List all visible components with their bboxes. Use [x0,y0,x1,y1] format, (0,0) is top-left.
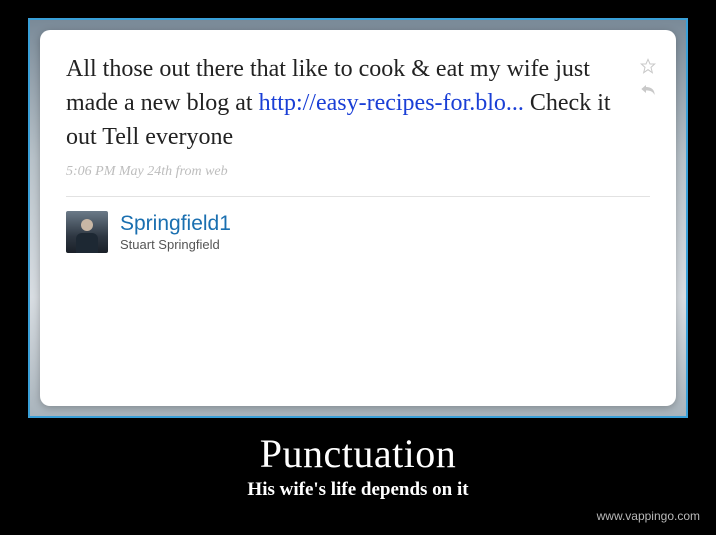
author-names: Springfield1 Stuart Springfield [120,211,231,254]
tweet-card: All those out there that like to cook & … [40,30,676,406]
reply-icon[interactable] [640,82,656,101]
tweet-link[interactable]: http://easy-recipes-for.blo... [259,90,524,116]
tweet-text: All those out there that like to cook & … [66,52,650,154]
tweet-timestamp: 5:06 PM May 24th from web [66,164,650,180]
author-realname: Stuart Springfield [120,237,231,253]
caption: Punctuation His wife's life depends on i… [0,430,716,501]
favorite-icon[interactable] [640,58,656,79]
caption-subtitle: His wife's life depends on it [0,479,716,501]
author-block: Springfield1 Stuart Springfield [66,211,650,254]
watermark: www.vappingo.com [597,509,700,523]
author-handle[interactable]: Springfield1 [120,211,231,237]
caption-title: Punctuation [0,430,716,477]
avatar[interactable] [66,211,108,253]
divider [66,196,650,197]
poster-frame: All those out there that like to cook & … [28,18,688,418]
